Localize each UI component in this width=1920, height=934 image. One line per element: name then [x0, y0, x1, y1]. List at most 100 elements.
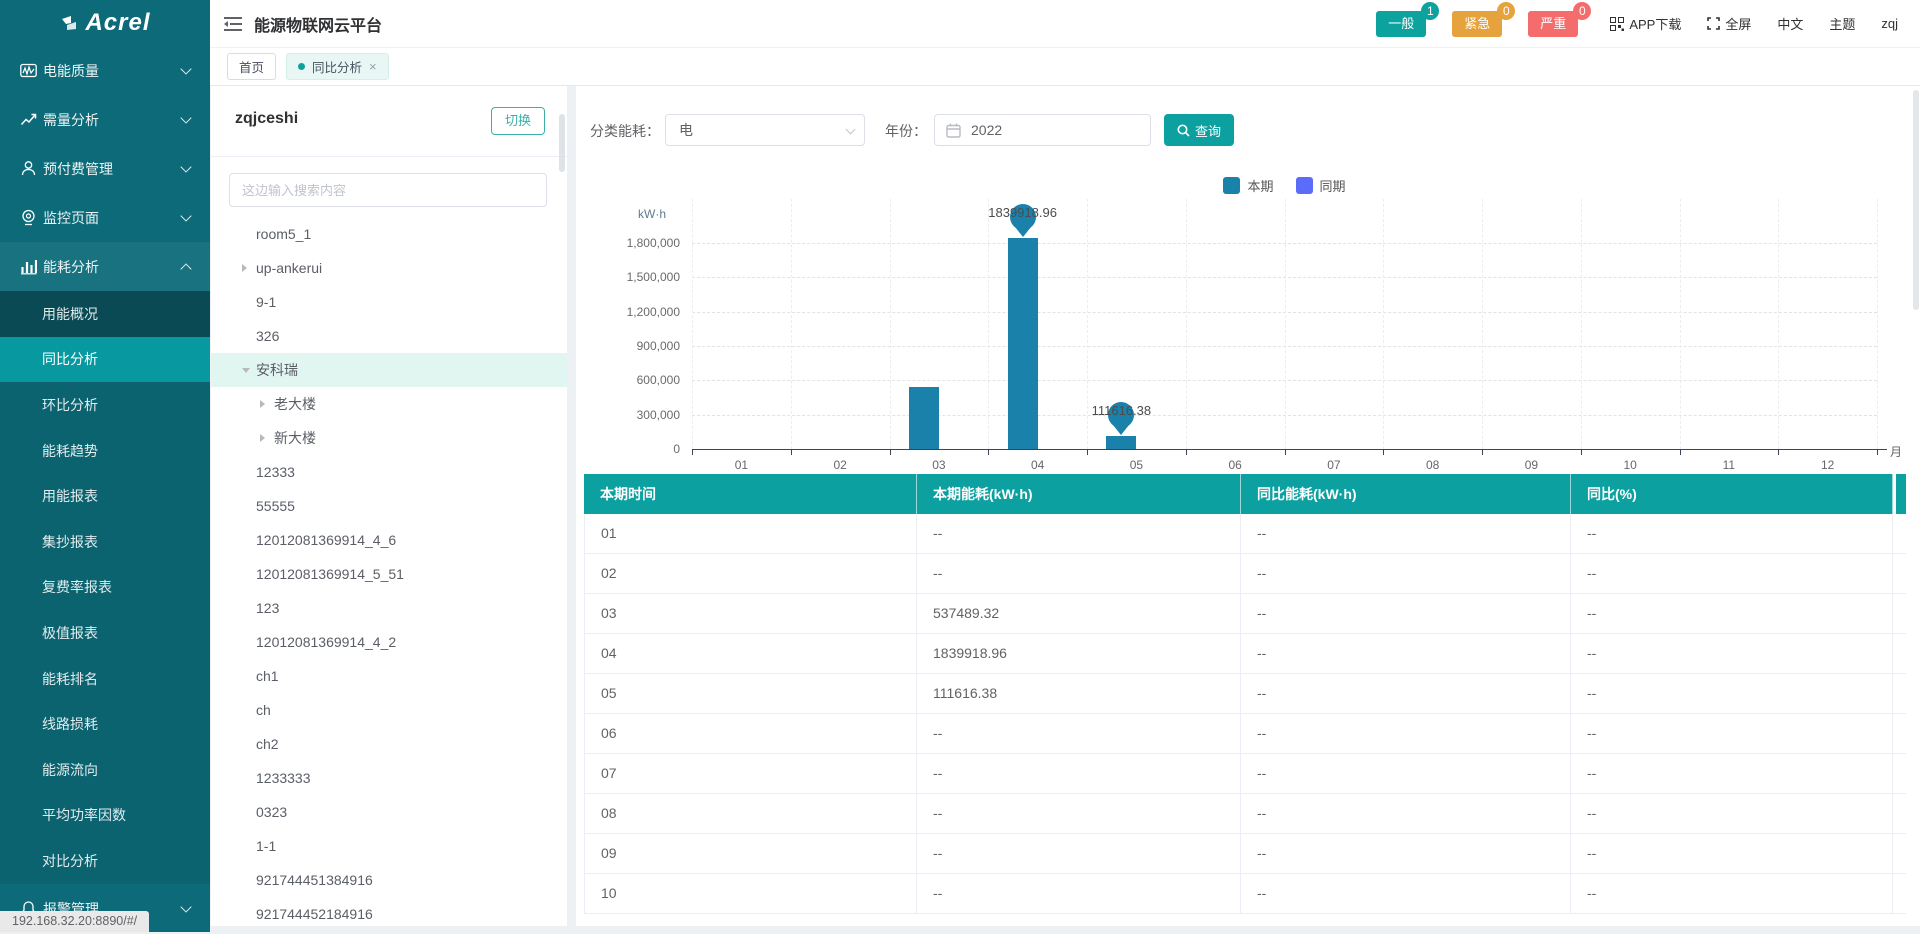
sidebar-subitem-11[interactable]: 平均功率因数: [0, 793, 210, 839]
tree-node-1[interactable]: up-ankerui: [211, 251, 567, 285]
sidebar-subitem-6[interactable]: 复费率报表: [0, 565, 210, 611]
bar-03[interactable]: [909, 387, 939, 449]
sidebar-item-4[interactable]: 能耗分析: [0, 242, 210, 291]
tree-search-input[interactable]: [229, 173, 547, 207]
tree-node-label: 0323: [211, 804, 287, 820]
tree-node-label: 326: [211, 328, 279, 344]
close-tab-icon[interactable]: ×: [369, 60, 377, 73]
tree-node-0[interactable]: room5_1: [211, 217, 567, 251]
tree-arrow-expanded-icon[interactable]: [242, 368, 250, 373]
table-row[interactable]: 01------: [584, 514, 1906, 554]
sidebar-item-1[interactable]: 需量分析: [0, 95, 210, 144]
sidebar-item-label: 预付费管理: [43, 159, 182, 179]
tree-node-2[interactable]: 9-1: [211, 285, 567, 319]
tree-node-label: 安科瑞: [211, 360, 298, 380]
sidebar-subitem-2[interactable]: 环比分析: [0, 382, 210, 428]
table-cell: 1839918.96: [917, 634, 1241, 673]
sidebar-item-2[interactable]: 预付费管理: [0, 144, 210, 193]
tree-node-19[interactable]: 921744451384916: [211, 863, 567, 897]
tree-node-8[interactable]: 55555: [211, 489, 567, 523]
tree-node-12[interactable]: 12012081369914_4_2: [211, 625, 567, 659]
tree-node-14[interactable]: ch: [211, 693, 567, 727]
sidebar-submenu: 用能概况同比分析环比分析能耗趋势用能报表集抄报表复费率报表极值报表能耗排名线路损…: [0, 291, 210, 884]
tree-arrow-collapsed-icon[interactable]: [260, 400, 265, 408]
tab-1[interactable]: 同比分析×: [286, 53, 389, 80]
sidebar-subitem-8[interactable]: 能耗排名: [0, 656, 210, 702]
category-filter-label: 分类能耗：: [590, 121, 660, 141]
bar-04[interactable]: [1008, 238, 1038, 449]
table-cell: --: [1571, 754, 1893, 793]
tree-arrow-collapsed-icon[interactable]: [260, 434, 265, 442]
energy-type-select[interactable]: 电: [665, 114, 865, 146]
alarm-badge-0[interactable]: 一般1: [1376, 11, 1426, 37]
table-cell: --: [1571, 834, 1893, 873]
switch-button[interactable]: 切换: [491, 107, 545, 135]
year-picker[interactable]: [934, 114, 1151, 146]
tree-node-13[interactable]: ch1: [211, 659, 567, 693]
table-cell: --: [917, 794, 1241, 833]
chevron-down-icon: [180, 210, 191, 221]
tree-node-6[interactable]: 新大楼: [211, 421, 567, 455]
table-row[interactable]: 10------: [584, 874, 1906, 914]
tree-arrow-collapsed-icon[interactable]: [242, 264, 247, 272]
tree-node-label: 1-1: [211, 838, 276, 854]
tree-node-15[interactable]: ch2: [211, 727, 567, 761]
legend-item-0[interactable]: 本期: [1223, 176, 1273, 195]
collapse-menu-icon[interactable]: [224, 16, 242, 32]
sidebar-item-3[interactable]: 监控页面: [0, 193, 210, 242]
sidebar-item-0[interactable]: 电能质量: [0, 46, 210, 95]
tree-node-4[interactable]: 安科瑞: [211, 353, 567, 387]
sidebar-subitem-3[interactable]: 能耗趋势: [0, 428, 210, 474]
table-row[interactable]: 08------: [584, 794, 1906, 834]
year-input[interactable]: [969, 115, 1139, 145]
language-switch[interactable]: 中文: [1777, 14, 1803, 33]
query-button[interactable]: 查询: [1164, 114, 1234, 146]
tree-node-16[interactable]: 1233333: [211, 761, 567, 795]
table-row[interactable]: 06------: [584, 714, 1906, 754]
tree-node-17[interactable]: 0323: [211, 795, 567, 829]
sidebar-subitem-10[interactable]: 能源流向: [0, 747, 210, 793]
v-gridline: [1877, 199, 1878, 449]
legend-item-1[interactable]: 同期: [1296, 176, 1346, 195]
tree-scrollbar[interactable]: [559, 114, 565, 172]
data-label: 1839918.96: [953, 205, 1093, 220]
table-row[interactable]: 02------: [584, 554, 1906, 594]
sidebar-subitem-1[interactable]: 同比分析: [0, 337, 210, 383]
tree-node-9[interactable]: 12012081369914_4_6: [211, 523, 567, 557]
chevron-down-icon: [180, 901, 191, 912]
sidebar-subitem-9[interactable]: 线路损耗: [0, 701, 210, 747]
user-menu[interactable]: zqj: [1881, 16, 1898, 31]
bar-05[interactable]: [1106, 436, 1136, 449]
tree-node-18[interactable]: 1-1: [211, 829, 567, 863]
chevron-down-icon: [846, 125, 856, 135]
fullscreen-link[interactable]: 全屏: [1707, 14, 1751, 33]
table-row[interactable]: 07------: [584, 754, 1906, 794]
tree-node-5[interactable]: 老大楼: [211, 387, 567, 421]
sidebar-subitem-7[interactable]: 极值报表: [0, 610, 210, 656]
tree-node-11[interactable]: 123: [211, 591, 567, 625]
table-row[interactable]: 05111616.38----: [584, 674, 1906, 714]
sidebar-subitem-5[interactable]: 集抄报表: [0, 519, 210, 565]
app-download-link[interactable]: APP下载: [1610, 14, 1681, 33]
sidebar-subitem-4[interactable]: 用能报表: [0, 473, 210, 519]
x-axis-label: 02: [810, 458, 870, 472]
sidebar-subitem-12[interactable]: 对比分析: [0, 838, 210, 884]
tab-0[interactable]: 首页: [227, 53, 276, 80]
tab-label: 首页: [239, 57, 264, 76]
tree-node-20[interactable]: 921744452184916: [211, 897, 567, 926]
theme-switch[interactable]: 主题: [1829, 14, 1855, 33]
alarm-badges: 一般1 紧急0 严重0: [1376, 11, 1578, 37]
sidebar-subitem-0[interactable]: 用能概况: [0, 291, 210, 337]
alarm-badge-2[interactable]: 严重0: [1528, 11, 1578, 37]
table-row[interactable]: 09------: [584, 834, 1906, 874]
tree-node-7[interactable]: 12333: [211, 455, 567, 489]
alarm-badge-1[interactable]: 紧急0: [1452, 11, 1502, 37]
topbar-right: 一般1 紧急0 严重0 APP下载 全屏 中文 主题 zqj: [1376, 11, 1898, 37]
tree-node-label: 55555: [211, 498, 295, 514]
tree-node-label: ch2: [211, 736, 279, 752]
table-row[interactable]: 03537489.32----: [584, 594, 1906, 634]
tree-node-10[interactable]: 12012081369914_5_51: [211, 557, 567, 591]
main-scrollbar[interactable]: [1913, 90, 1919, 310]
tree-node-3[interactable]: 326: [211, 319, 567, 353]
table-row[interactable]: 041839918.96----: [584, 634, 1906, 674]
